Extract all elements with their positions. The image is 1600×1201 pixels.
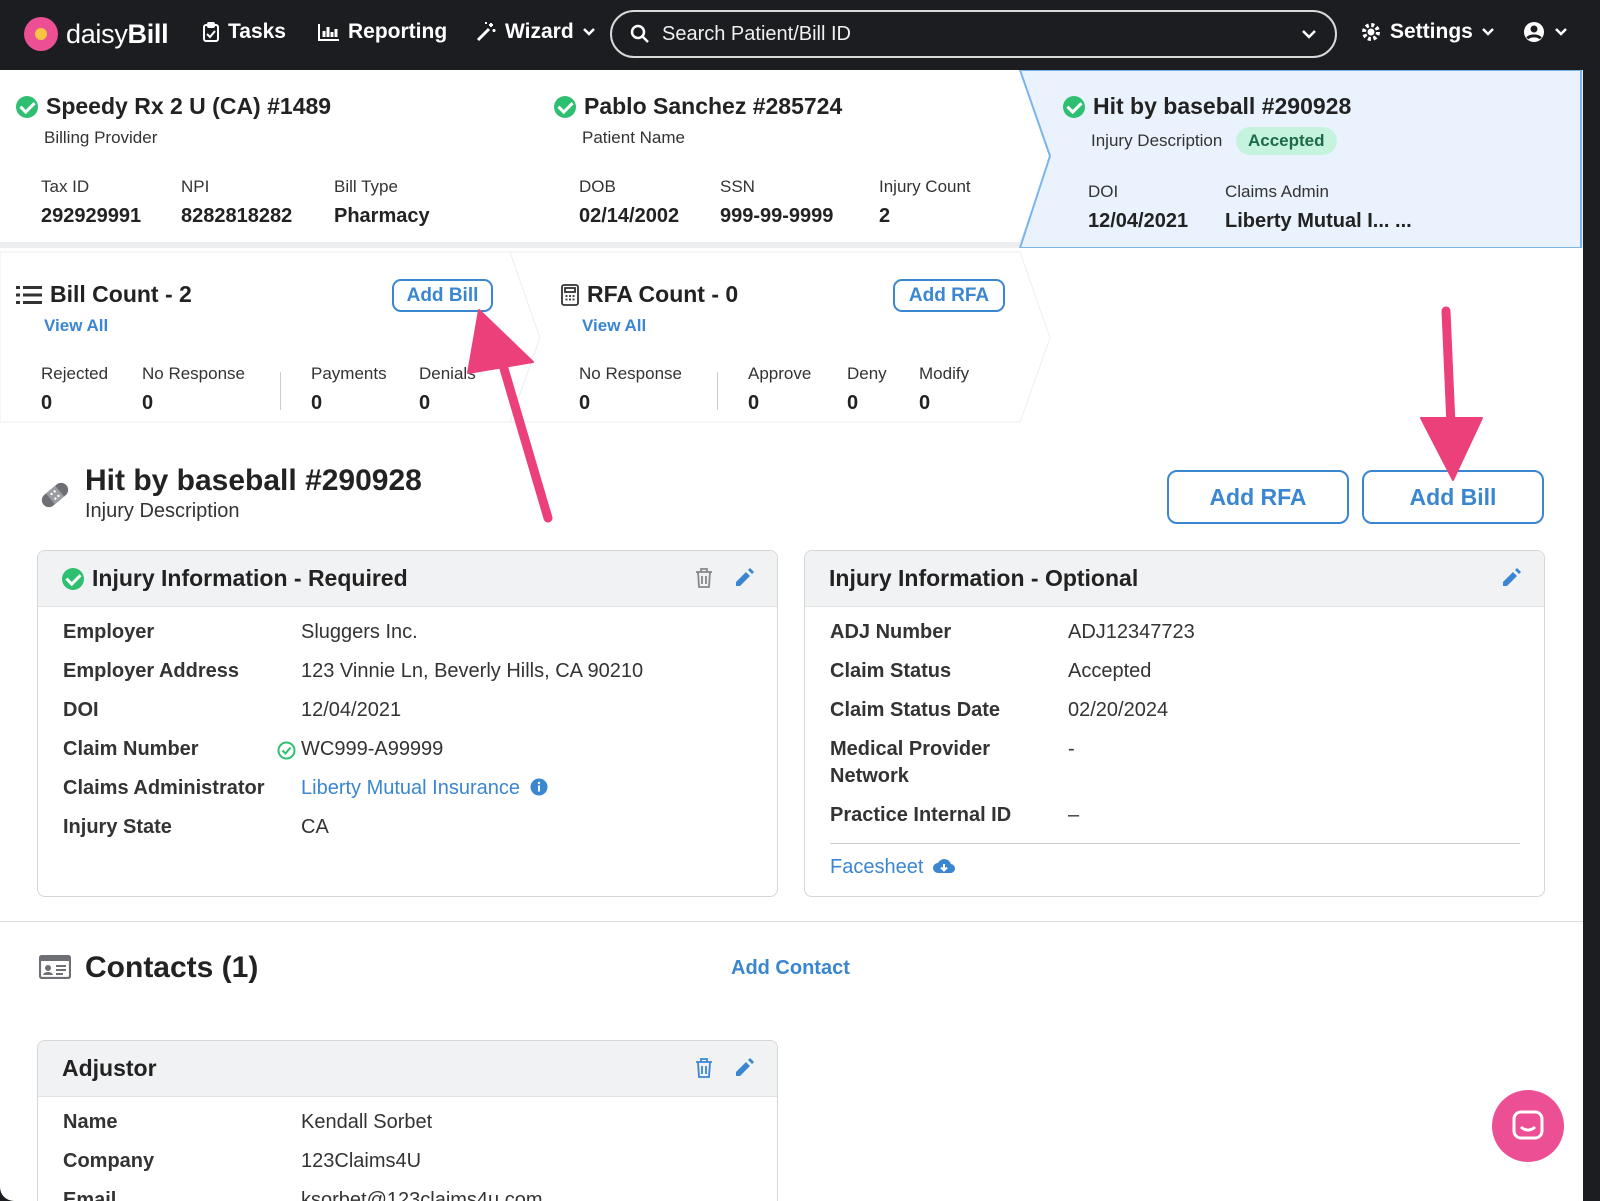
page: daisyBill Tasks Reporting Wizard Setting… bbox=[0, 0, 1583, 1201]
arrow-to-add-bill-button bbox=[1420, 306, 1483, 481]
arrow-to-small-add-bill bbox=[467, 309, 553, 523]
annotation-arrows bbox=[467, 306, 1483, 523]
